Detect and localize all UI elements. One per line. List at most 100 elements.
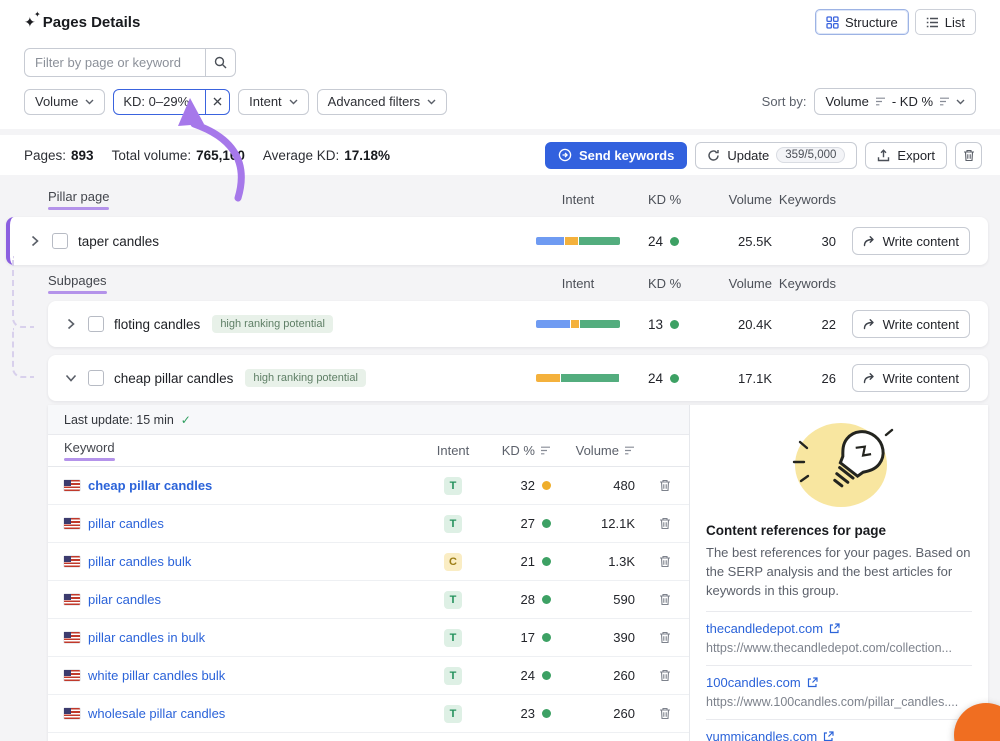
structure-view-button[interactable]: Structure (815, 9, 909, 35)
update-button[interactable]: Update 359/5,000 (695, 142, 857, 169)
volume-column-header[interactable]: Volume (551, 443, 635, 458)
keyword-link[interactable]: pillar candles in bulk (88, 630, 205, 645)
expand-chevron-icon[interactable] (28, 235, 42, 247)
kd-filter-chip[interactable]: KD: 0–29% (113, 89, 230, 115)
ranking-potential-badge: high ranking potential (245, 369, 366, 387)
subpage-row-expanded[interactable]: cheap pillar candles high ranking potent… (48, 355, 988, 401)
sort-primary-value: Volume (825, 94, 868, 109)
search-button[interactable] (206, 48, 236, 77)
write-content-button[interactable]: Write content (852, 364, 970, 392)
volume-value: 260 (551, 706, 635, 721)
references-description: The best references for your pages. Base… (706, 544, 972, 612)
delete-keyword-button[interactable] (657, 705, 673, 722)
keywords-count: 22 (772, 317, 836, 332)
volume-value: 25.5K (700, 234, 772, 249)
us-flag-icon (64, 708, 80, 719)
intent-badge: T (444, 515, 462, 533)
row-checkbox[interactable] (88, 316, 104, 332)
write-content-button[interactable]: Write content (852, 310, 970, 338)
pillar-page-row[interactable]: taper candles 24 25.5K 30 Write content (6, 217, 988, 265)
sort-desc-icon (939, 97, 950, 106)
kd-value: 24 (521, 668, 535, 683)
content-references-panel: Content references for page The best ref… (690, 405, 988, 741)
volume-filter-chip[interactable]: Volume (24, 89, 105, 115)
advanced-filters-chip[interactable]: Advanced filters (317, 89, 448, 115)
volume-value: 17.1K (700, 371, 772, 386)
expand-chevron-icon[interactable] (64, 318, 78, 330)
intent-badge: T (444, 477, 462, 495)
row-checkbox[interactable] (52, 233, 68, 249)
sort-select[interactable]: Volume - KD % (814, 88, 976, 115)
column-keywords: Keywords (772, 192, 836, 207)
keyword-link[interactable]: wholesale pillar candles (88, 706, 225, 721)
us-flag-icon (64, 632, 80, 643)
export-button[interactable]: Export (865, 142, 947, 169)
intent-badge: T (444, 667, 462, 685)
delete-keyword-button[interactable] (657, 667, 673, 684)
kd-value: 32 (521, 478, 535, 493)
average-kd-stat: Average KD:17.18% (263, 148, 390, 163)
volume-value: 390 (551, 630, 635, 645)
row-checkbox[interactable] (88, 370, 104, 386)
trash-icon (963, 149, 975, 162)
kd-difficulty-dot (542, 671, 551, 680)
structure-label: Structure (845, 15, 898, 30)
pages-details-view: ✦✦ Pages Details Structure List (0, 0, 1000, 741)
list-icon (926, 17, 939, 28)
list-label: List (945, 15, 965, 30)
intent-distribution-bar (536, 237, 620, 245)
keyword-link[interactable]: pilar candles (88, 592, 161, 607)
remove-kd-filter-icon[interactable] (205, 89, 229, 115)
kd-difficulty-dot (670, 237, 679, 246)
kd-value: 24 (648, 371, 663, 386)
tree-connector-line (12, 328, 34, 378)
filter-search-input[interactable] (24, 48, 206, 77)
keyword-link[interactable]: cheap pillar candles (88, 478, 212, 493)
delete-keyword-button[interactable] (657, 553, 673, 570)
intent-badge: T (444, 629, 462, 647)
advanced-filters-label: Advanced filters (328, 94, 421, 109)
reference-domain-link[interactable]: yummicandles.com (706, 729, 972, 741)
delete-keyword-button[interactable] (657, 591, 673, 608)
keyword-table-header: Keyword Intent KD % Volume (48, 435, 689, 467)
chevron-down-icon (85, 99, 94, 105)
reference-url: https://www.100candles.com/pillar_candle… (706, 695, 972, 709)
list-view-button[interactable]: List (915, 9, 976, 35)
lightbulb-illustration (706, 415, 972, 513)
kd-column-header[interactable]: KD % (481, 443, 551, 458)
sort-by-label: Sort by: (762, 94, 807, 109)
volume-chip-label: Volume (35, 94, 78, 109)
delete-keyword-button[interactable] (657, 477, 673, 494)
column-keywords: Keywords (772, 276, 836, 291)
export-icon (877, 149, 890, 162)
intent-filter-chip[interactable]: Intent (238, 89, 309, 115)
delete-keyword-button[interactable] (657, 515, 673, 532)
keyword-table: Last update: 15 min ✓ Keyword Intent KD … (48, 405, 690, 741)
write-content-button[interactable]: Write content (852, 227, 970, 255)
volume-value: 480 (551, 478, 635, 493)
send-keywords-button[interactable]: Send keywords (545, 142, 687, 169)
expanded-keywords-panel: Last update: 15 min ✓ Keyword Intent KD … (48, 405, 988, 741)
external-link-icon (823, 731, 834, 741)
forward-arrow-icon (863, 318, 876, 330)
reference-domain-link[interactable]: 100candles.com (706, 675, 972, 690)
reference-domain-link[interactable]: thecandledepot.com (706, 621, 972, 636)
delete-pages-button[interactable] (955, 142, 982, 169)
column-kd: KD % (640, 192, 700, 207)
keyword-link[interactable]: pillar candles bulk (88, 554, 191, 569)
collapse-chevron-icon[interactable] (64, 372, 78, 384)
kd-difficulty-dot (542, 633, 551, 642)
sort-desc-icon (875, 97, 886, 106)
us-flag-icon (64, 670, 80, 681)
volume-value: 20.4K (700, 317, 772, 332)
keyword-link[interactable]: white pillar candles bulk (88, 668, 225, 683)
kd-difficulty-dot (670, 320, 679, 329)
trash-icon (659, 517, 671, 530)
subpage-row[interactable]: floting candles high ranking potential 1… (48, 301, 988, 347)
kd-value: 27 (521, 516, 535, 531)
keyword-link[interactable]: pillar candles (88, 516, 164, 531)
topbar: ✦✦ Pages Details Structure List (24, 8, 976, 36)
external-link-icon (807, 677, 818, 688)
delete-keyword-button[interactable] (657, 629, 673, 646)
sort-desc-icon (540, 446, 551, 455)
